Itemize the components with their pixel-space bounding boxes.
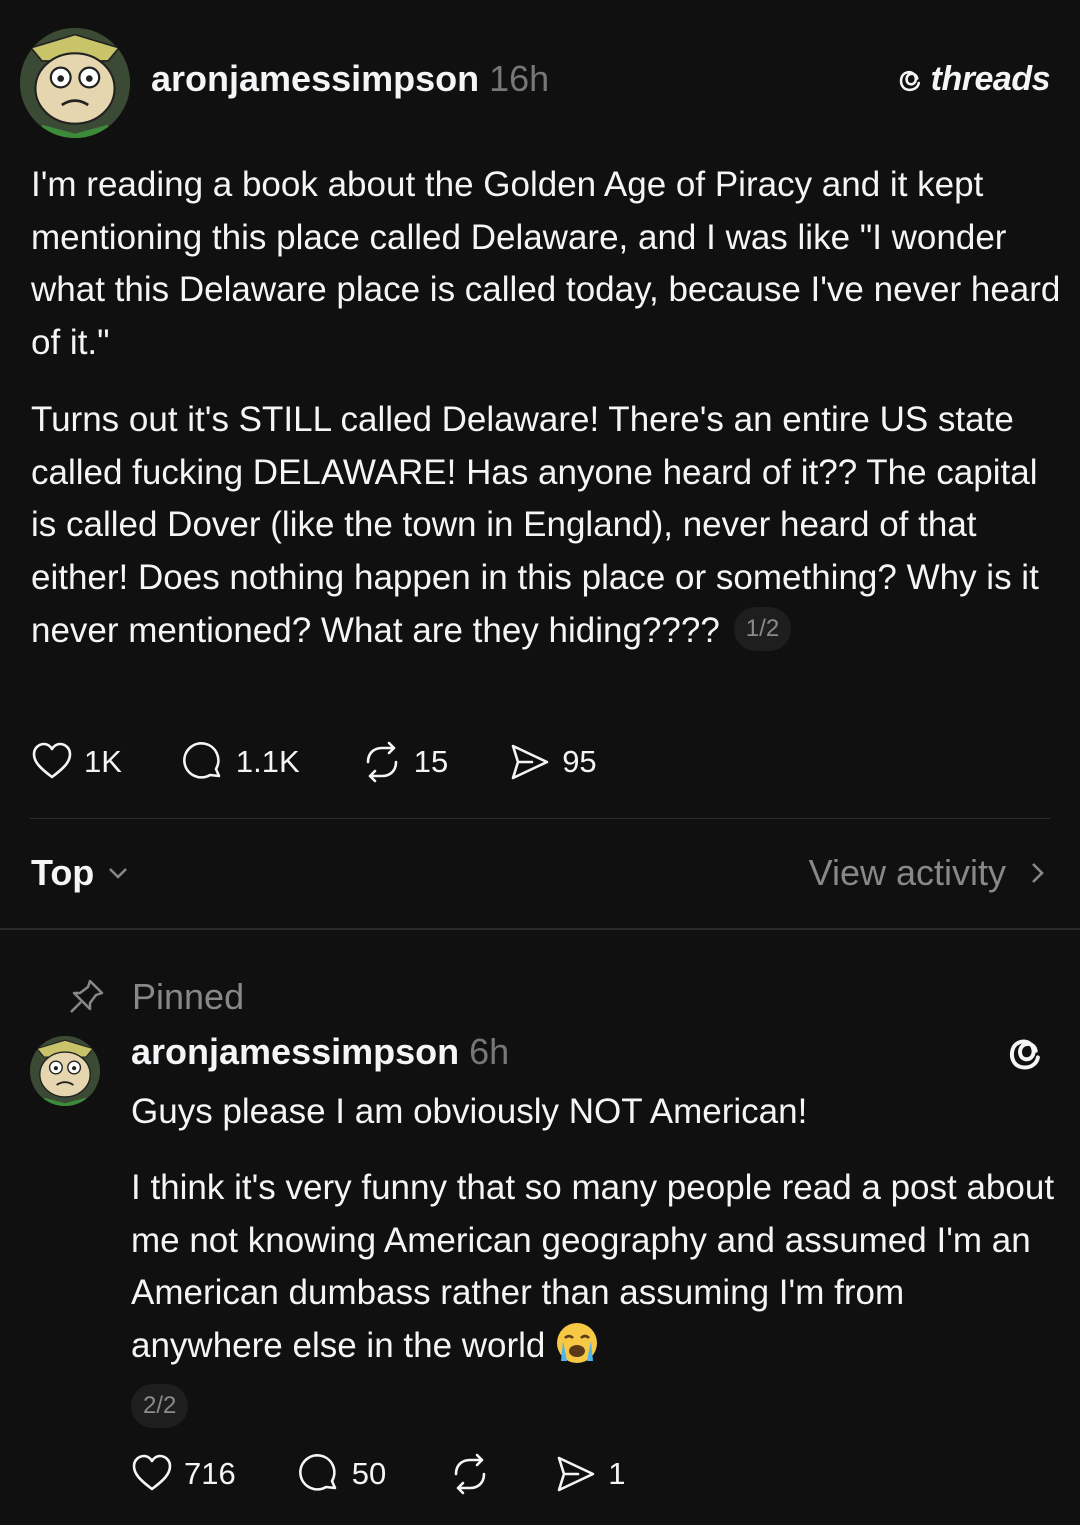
reply-count: 1.1K — [235, 744, 300, 779]
view-activity-label: View activity — [808, 852, 1006, 893]
post-time: 16h — [489, 58, 550, 99]
reply-actions: 716 50 1 — [130, 1452, 687, 1496]
heart-icon — [132, 1454, 172, 1491]
reply-paragraph-2: I think it's very funny that so many peo… — [131, 1162, 1061, 1373]
reply-share-count: 1 — [608, 1456, 626, 1491]
like-count: 1K — [84, 744, 122, 779]
post-header: aronjamessimpson 16h — [151, 58, 549, 100]
post-paragraph-2-text: Turns out it's STILL called Delaware! Th… — [31, 400, 1039, 650]
reply-share-button[interactable]: 1 — [554, 1452, 625, 1496]
threads-wordmark: threads — [930, 60, 1051, 98]
reply-thread-pager: 2/2 — [131, 1384, 189, 1428]
author-avatar[interactable] — [20, 28, 130, 138]
post-actions: 1K 1.1K 15 95 — [30, 740, 657, 784]
repost-button[interactable]: 15 — [360, 740, 448, 784]
reply-button[interactable]: 1.1K — [182, 740, 300, 784]
comment-icon — [183, 742, 221, 779]
post-paragraph-1: I'm reading a book about the Golden Age … — [31, 165, 1061, 363]
reply-header: aronjamessimpson 6h — [131, 1031, 509, 1073]
share-count: 95 — [562, 744, 597, 779]
view-activity-link[interactable]: View activity — [809, 852, 1050, 894]
reply-repost-button[interactable] — [448, 1452, 492, 1496]
send-icon — [511, 744, 549, 780]
reply-comment-count: 50 — [351, 1456, 387, 1491]
chevron-right-icon — [1032, 863, 1044, 883]
reply-paragraph-1: Guys please I am obviously NOT American! — [131, 1092, 808, 1131]
reply-comment-button[interactable]: 50 — [298, 1452, 386, 1496]
like-button[interactable]: 1K — [30, 740, 122, 784]
reply-like-button[interactable]: 716 — [130, 1452, 236, 1496]
threads-icon — [899, 70, 920, 91]
thread-pager: 1/2 — [733, 606, 792, 651]
author-username[interactable]: aronjamessimpson — [151, 58, 479, 99]
reply-author-username[interactable]: aronjamessimpson — [131, 1031, 459, 1072]
reply-author-avatar[interactable] — [30, 1036, 100, 1106]
crying-face-icon — [557, 1323, 598, 1364]
threads-logo: threads — [897, 60, 1051, 99]
send-icon — [557, 1456, 595, 1492]
sort-label: Top — [31, 852, 95, 893]
divider — [30, 818, 1050, 819]
pin-icon — [70, 979, 104, 1013]
pinned-label: Pinned — [132, 976, 245, 1017]
share-button[interactable]: 95 — [508, 740, 597, 784]
repost-icon — [454, 1453, 486, 1495]
reply-time: 6h — [469, 1031, 510, 1072]
heart-icon — [32, 742, 72, 779]
section-divider — [0, 928, 1080, 930]
reply-like-count: 716 — [184, 1456, 236, 1491]
post-paragraph-2: Turns out it's STILL called Delaware! Th… — [31, 394, 1061, 658]
repost-icon — [366, 741, 398, 783]
chevron-down-icon — [109, 868, 128, 879]
comment-icon — [298, 1454, 337, 1491]
sort-dropdown[interactable]: Top — [31, 852, 132, 894]
repost-count: 15 — [413, 744, 449, 779]
threads-icon[interactable] — [1006, 1031, 1050, 1075]
pinned-indicator: Pinned — [66, 976, 244, 1018]
